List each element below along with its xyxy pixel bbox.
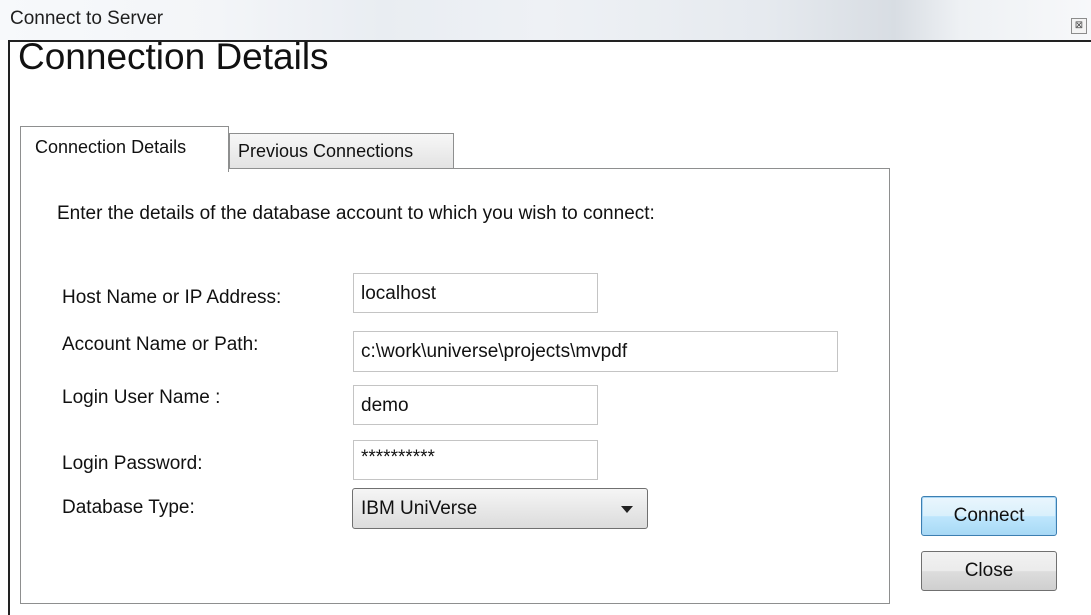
title-bar[interactable]: Connect to Server ⊠ [0, 0, 1091, 40]
window-title: Connect to Server [10, 8, 164, 29]
password-label: Login Password: [62, 453, 203, 474]
host-input[interactable]: localhost [353, 273, 598, 313]
close-button[interactable]: Close [921, 551, 1057, 591]
database-type-value: IBM UniVerse [361, 498, 478, 519]
tab-connection-details[interactable]: Connection Details [20, 126, 229, 172]
connect-to-server-window: Connect to Server ⊠ Connection Details P… [0, 0, 1091, 615]
account-input[interactable]: c:\work\universe\projects\mvpdf [353, 331, 838, 372]
user-label: Login User Name : [62, 387, 221, 408]
user-input[interactable]: demo [353, 385, 598, 425]
database-type-label: Database Type: [62, 497, 195, 518]
page-title: Connection Details [18, 36, 329, 77]
password-input[interactable]: ********** [353, 440, 598, 480]
close-icon[interactable]: ⊠ [1071, 18, 1087, 34]
chevron-down-icon [621, 506, 633, 513]
connect-button[interactable]: Connect [921, 496, 1057, 536]
database-type-select[interactable]: IBM UniVerse [352, 488, 648, 529]
instructions-text: Enter the details of the database accoun… [57, 203, 655, 224]
account-label: Account Name or Path: [62, 334, 259, 355]
host-label: Host Name or IP Address: [62, 287, 282, 308]
tab-previous-connections[interactable]: Previous Connections [229, 133, 454, 169]
